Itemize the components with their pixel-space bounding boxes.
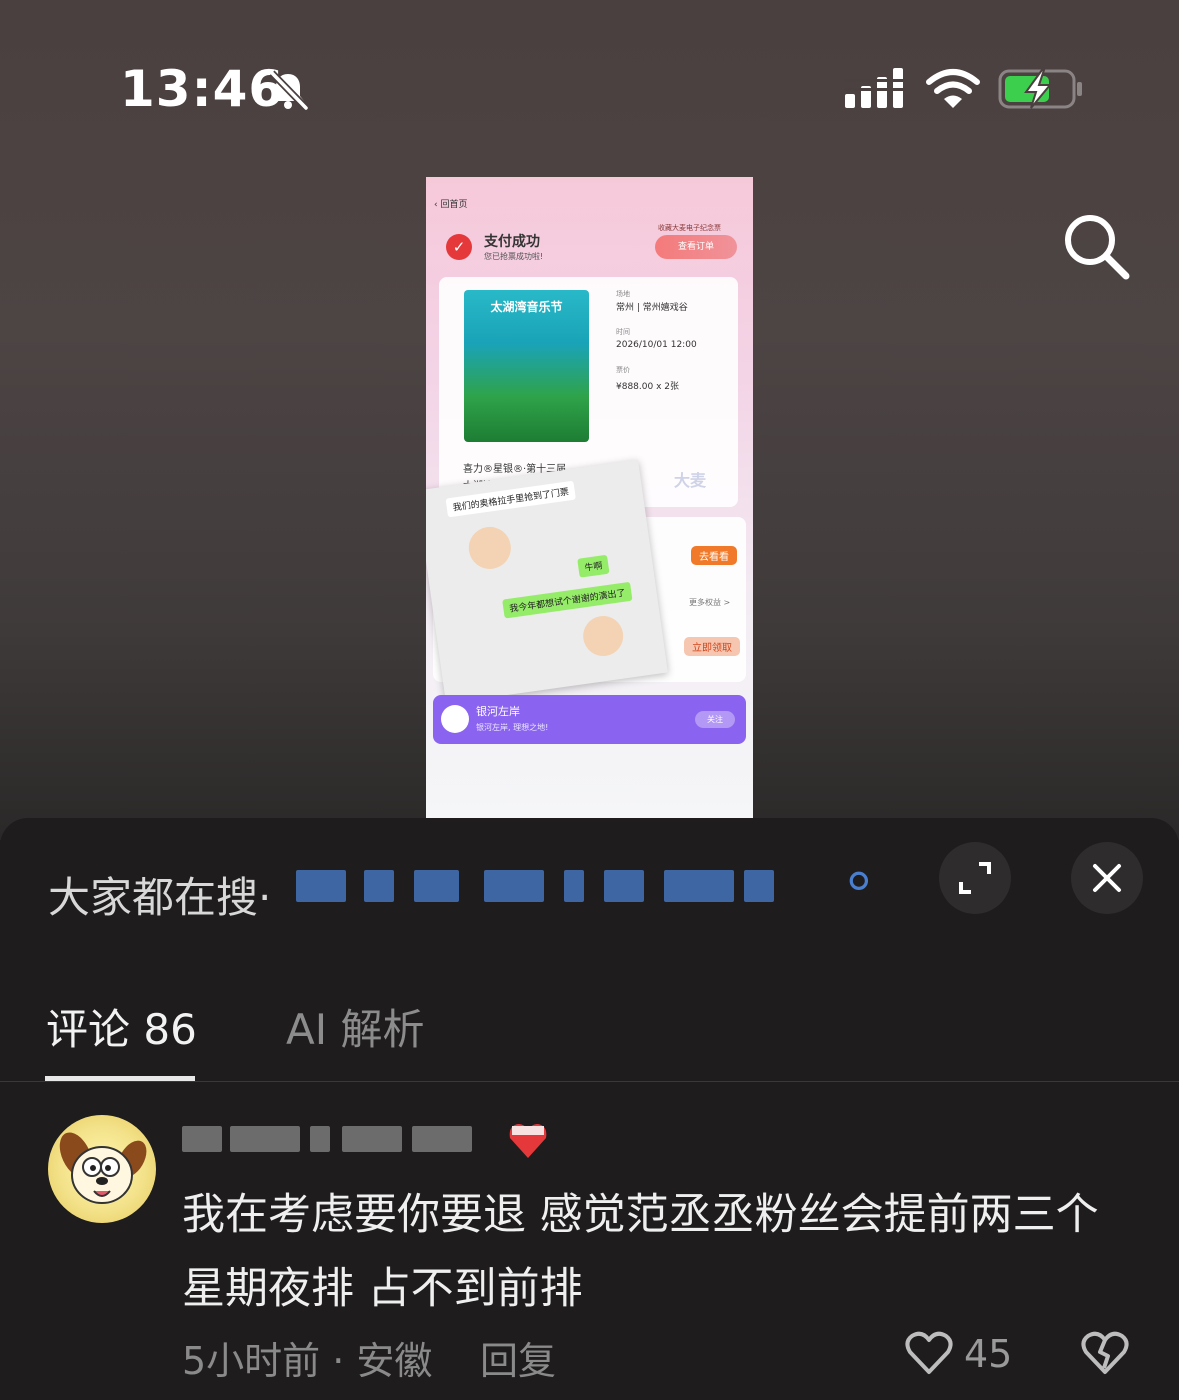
embedded-screenshot[interactable]: ‹ 回首页 ✓ 支付成功 您已抢票成功啦! 收藏大麦电子纪念票 查看订单 太湖湾… [426, 177, 753, 818]
expand-button[interactable] [939, 842, 1011, 914]
heart-outline-icon[interactable] [904, 1330, 954, 1376]
go-watch-button[interactable]: 去看看 [691, 546, 737, 565]
venue-label: 场地 [616, 290, 630, 298]
price-label: 票价 [616, 366, 630, 374]
hot-search-query-blurred[interactable] [284, 866, 824, 906]
more-benefits-link[interactable]: 更多权益 > [689, 597, 730, 608]
search-icon[interactable] [1060, 210, 1132, 282]
avatar[interactable] [48, 1115, 156, 1223]
account-bar[interactable]: 银河左岸 银河左岸, 理想之地! 关注 [433, 695, 746, 744]
poster-title: 太湖湾音乐节 [490, 300, 563, 314]
account-slogan: 银河左岸, 理想之地! [476, 723, 549, 732]
view-order-button[interactable]: 查看订单 [655, 235, 737, 259]
battery-charging-icon [998, 69, 1082, 109]
venue-value: 常州 | 常州嬉戏谷 [616, 303, 688, 313]
account-avatar [441, 705, 469, 733]
bell-slash-icon [269, 70, 309, 111]
broken-heart-icon[interactable] [1080, 1330, 1130, 1376]
username-blurred[interactable] [182, 1116, 492, 1158]
collect-badge: 收藏大麦电子纪念票 [658, 224, 721, 232]
tab-active-indicator [45, 1076, 195, 1081]
close-icon [1093, 864, 1121, 892]
comment-line: 星期夜排 占不到前排 [182, 1264, 583, 1314]
follow-button[interactable]: 关注 [695, 711, 735, 728]
comment-sheet: 大家都在搜· 评论 86 AI 解析 我在考虑要你要退 感觉范丞丞粉丝会提前两三… [0, 818, 1179, 1400]
status-time: 13:46 [120, 60, 285, 118]
hot-search-label[interactable]: 大家都在搜· [48, 864, 271, 925]
tab-bar: 评论 86 AI 解析 [0, 996, 1179, 1082]
like-count: 45 [964, 1332, 1013, 1376]
tab-ai-analysis[interactable]: AI 解析 [286, 996, 424, 1057]
chat-screenshot-overlay: 我们的奥格拉手里抢到了门票 牛啊 我今年都想试个谢谢的演出了 [426, 459, 668, 704]
small-search-icon[interactable] [848, 870, 874, 896]
video-area: 13:46 ‹ 回首页 ✓ 支付成功 您已抢票成功啦! 收藏大麦电子纪念票 查看… [0, 0, 1179, 840]
sticker-dog [466, 524, 514, 572]
heart-badge-icon [509, 1124, 547, 1158]
chat-message: 我今年都想试个谢谢的演出了 [502, 581, 633, 619]
time-label: 时间 [616, 328, 630, 336]
status-bar: 13:46 [0, 60, 1179, 120]
cell-signal-icon [845, 68, 907, 108]
chat-message: 牛啊 [577, 554, 610, 578]
pay-success-sub: 您已抢票成功啦! [484, 252, 544, 261]
wifi-icon [926, 69, 980, 108]
comment-meta: 5小时前 · 安徽 [182, 1339, 433, 1383]
price-value: ¥888.00 x 2张 [616, 382, 679, 392]
brand-watermark: 大麦 [674, 471, 707, 490]
cartoon-dog-avatar [59, 1132, 147, 1204]
close-button[interactable] [1071, 842, 1143, 914]
comment-line: 我在考虑要你要退 感觉范丞丞粉丝会提前两三个 [182, 1190, 1099, 1240]
pay-success-title: 支付成功 [484, 234, 540, 250]
account-name: 银河左岸 [476, 705, 520, 718]
claim-now-button[interactable]: 立即领取 [684, 637, 740, 656]
tab-comments[interactable]: 评论 86 [46, 996, 197, 1057]
sticker-dog [580, 613, 626, 659]
event-poster: 太湖湾音乐节 [464, 290, 589, 442]
expand-icon [959, 862, 991, 894]
chat-message: 我们的奥格拉手里抢到了门票 [445, 480, 576, 518]
check-badge: ✓ [446, 234, 472, 260]
comment-text: 我在考虑要你要退 感觉范丞丞粉丝会提前两三个 星期夜排 占不到前排 [182, 1178, 1142, 1326]
reply-button[interactable]: 回复 [480, 1330, 556, 1385]
time-value: 2026/10/01 12:00 [616, 340, 697, 350]
back-link[interactable]: ‹ 回首页 [434, 197, 467, 210]
